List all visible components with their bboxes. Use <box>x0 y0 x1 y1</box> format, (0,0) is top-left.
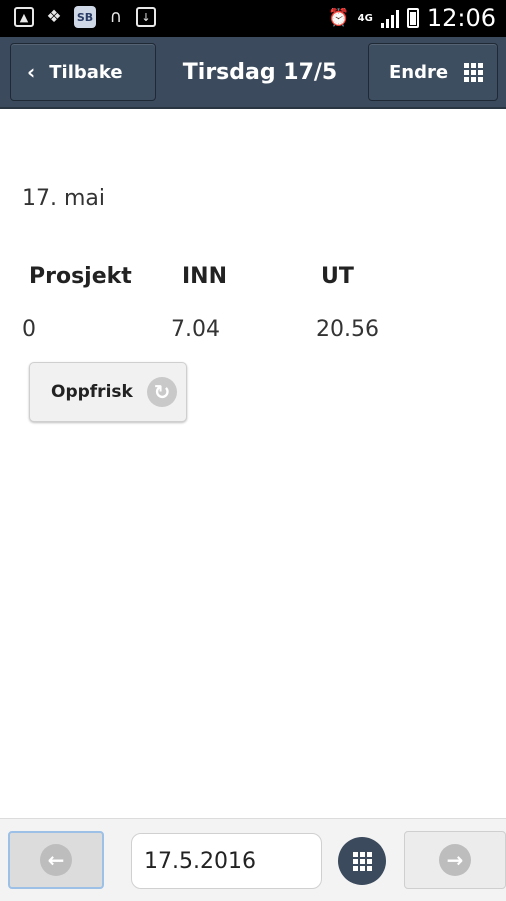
network-type: 4G <box>357 12 373 24</box>
signal-icon <box>380 8 399 28</box>
cell-out: 20.56 <box>316 317 379 342</box>
headset-icon: ∩ <box>109 6 123 27</box>
refresh-button[interactable]: Oppfrisk ↻ <box>29 362 187 422</box>
app-header: ‹ Tilbake Tirsdag 17/5 Endre <box>0 37 506 109</box>
previous-day-button[interactable]: ← <box>8 831 104 889</box>
refresh-icon: ↻ <box>147 377 177 407</box>
status-bar: ▲ ❖ SB ∩ ↓ ⏰ 4G 12:06 <box>0 0 506 37</box>
back-button[interactable]: ‹ Tilbake <box>10 43 156 101</box>
arrow-right-icon: → <box>439 844 471 876</box>
date-heading: 17. mai <box>22 186 106 211</box>
arrow-left-icon: ← <box>40 844 72 876</box>
page-title: Tirsdag 17/5 <box>182 59 338 85</box>
calendar-button[interactable] <box>338 837 386 885</box>
alarm-icon: ⏰ <box>328 7 350 28</box>
status-bar-notifications: ▲ ❖ SB ∩ ↓ <box>14 6 156 28</box>
next-day-button[interactable]: → <box>404 831 506 889</box>
column-header-project: Prosjekt <box>29 264 132 289</box>
column-header-in: INN <box>182 264 228 289</box>
cell-in: 7.04 <box>171 317 220 342</box>
app-icon: SB <box>74 6 96 28</box>
refresh-button-label: Oppfrisk <box>51 382 133 402</box>
date-input[interactable] <box>131 833 322 889</box>
grid-icon <box>464 63 483 82</box>
column-header-out: UT <box>321 264 354 289</box>
cell-project: 0 <box>22 317 36 342</box>
edit-button-label: Endre <box>389 61 449 83</box>
edit-button[interactable]: Endre <box>368 43 498 101</box>
clock: 12:06 <box>426 4 496 32</box>
chevron-left-icon: ‹ <box>27 60 36 84</box>
dropbox-icon: ❖ <box>46 6 62 27</box>
battery-icon <box>406 8 419 28</box>
bottom-toolbar: ← → <box>0 818 506 901</box>
gallery-icon: ▲ <box>14 7 34 27</box>
back-button-label: Tilbake <box>49 61 123 83</box>
download-icon: ↓ <box>136 7 156 27</box>
grid-icon <box>352 851 372 871</box>
status-bar-system: ⏰ 4G 12:06 <box>328 4 496 32</box>
